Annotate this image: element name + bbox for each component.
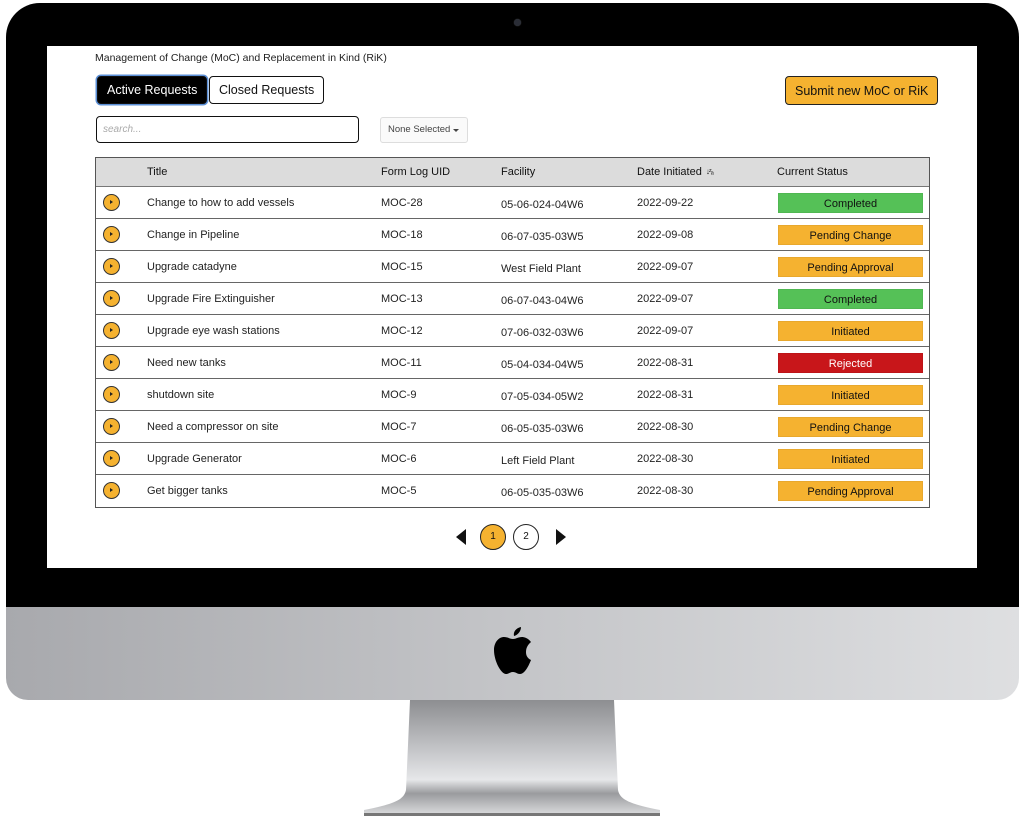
page-button-1[interactable]: 1 [480,524,506,550]
pagination: 1 2 [456,524,568,550]
column-header-date-label: Date Initiated [637,166,702,178]
search-input[interactable] [96,116,359,143]
cell-title: shutdown site [147,389,215,401]
tab-active-requests[interactable]: Active Requests [97,76,208,104]
column-header-facility[interactable]: Facility [501,166,535,178]
cell-facility: 06-07-035-03W5 [501,231,584,243]
cell-facility: 07-05-034-05W2 [501,391,584,403]
prev-page-icon[interactable] [456,529,466,545]
table-row[interactable]: Need a compressor on site MOC-7 06-05-03… [96,411,929,443]
cell-date: 2022-08-30 [637,485,694,497]
status-badge: Initiated [778,385,923,405]
cell-title: Upgrade Fire Extinguisher [147,293,275,305]
table-row[interactable]: Change in Pipeline MOC-18 06-07-035-03W5… [96,219,929,251]
cell-facility: 05-06-024-04W6 [501,199,584,211]
expand-row-icon[interactable] [103,354,120,371]
table-header: Title Form Log UID Facility Date Initiat… [96,158,929,187]
cell-uid: MOC-13 [381,293,423,305]
cell-date: 2022-08-31 [637,357,694,369]
status-badge: Completed [778,289,923,309]
table-body: Change to how to add vessels MOC-28 05-0… [96,187,929,507]
cell-date: 2022-08-30 [637,453,694,465]
status-badge: Pending Approval [778,481,923,501]
cell-uid: MOC-6 [381,453,417,465]
expand-row-icon[interactable] [103,386,120,403]
sort-z-a-icon[interactable]: ↓ᶻₐ [706,167,714,176]
cell-date: 2022-08-30 [637,421,694,433]
expand-row-icon[interactable] [103,450,120,467]
monitor-stand [364,700,660,816]
submit-new-moc-button[interactable]: Submit new MoC or RiK [785,76,939,105]
cell-title: Need a compressor on site [147,421,279,433]
apple-logo-icon [494,627,531,674]
cell-uid: MOC-28 [381,197,423,209]
app-screen: Management of Change (MoC) and Replaceme… [47,46,977,568]
cell-date: 2022-09-08 [637,229,694,241]
cell-uid: MOC-5 [381,485,417,497]
status-badge: Pending Change [778,417,923,437]
expand-row-icon[interactable] [103,194,120,211]
column-header-date[interactable]: Date Initiated ↓ᶻₐ [637,166,714,178]
tab-closed-requests[interactable]: Closed Requests [209,76,325,104]
table-row[interactable]: Upgrade catadyne MOC-15 West Field Plant… [96,251,929,283]
status-badge: Completed [778,193,923,213]
filter-dropdown[interactable]: None Selected [380,117,468,143]
status-badge: Rejected [778,353,923,373]
cell-date: 2022-08-31 [637,389,694,401]
filter-selected-value: None Selected [388,124,451,135]
camera-icon [514,19,521,26]
expand-row-icon[interactable] [103,418,120,435]
expand-row-icon[interactable] [103,226,120,243]
status-badge: Initiated [778,449,923,469]
cell-date: 2022-09-07 [637,261,694,273]
cell-uid: MOC-18 [381,229,423,241]
cell-uid: MOC-11 [381,357,422,369]
cell-facility: 06-07-043-04W6 [501,295,584,307]
page-title: Management of Change (MoC) and Replaceme… [95,52,387,64]
status-badge: Pending Change [778,225,923,245]
cell-facility: Left Field Plant [501,455,575,467]
requests-table: Title Form Log UID Facility Date Initiat… [95,157,930,508]
page-button-2[interactable]: 2 [513,524,539,550]
cell-date: 2022-09-07 [637,293,694,305]
expand-row-icon[interactable] [103,482,120,499]
column-header-status[interactable]: Current Status [777,166,848,178]
status-badge: Initiated [778,321,923,341]
column-header-uid[interactable]: Form Log UID [381,166,450,178]
table-row[interactable]: Change to how to add vessels MOC-28 05-0… [96,187,929,219]
status-badge: Pending Approval [778,257,923,277]
cell-facility: 06-05-035-03W6 [501,487,584,499]
cell-title: Get bigger tanks [147,485,228,497]
expand-row-icon[interactable] [103,258,120,275]
cell-uid: MOC-12 [381,325,423,337]
cell-title: Need new tanks [147,357,226,369]
cell-title: Change to how to add vessels [147,197,295,209]
table-row[interactable]: Get bigger tanks MOC-5 06-05-035-03W6 20… [96,475,929,507]
next-page-icon[interactable] [556,529,566,545]
cell-facility: 07-06-032-03W6 [501,327,584,339]
cell-facility: West Field Plant [501,263,581,275]
column-header-title[interactable]: Title [147,166,167,178]
cell-title: Change in Pipeline [147,229,240,241]
table-row[interactable]: shutdown site MOC-9 07-05-034-05W2 2022-… [96,379,929,411]
cell-facility: 05-04-034-04W5 [501,359,584,371]
cell-facility: 06-05-035-03W6 [501,423,584,435]
cell-uid: MOC-7 [381,421,417,433]
expand-row-icon[interactable] [103,322,120,339]
table-row[interactable]: Upgrade Generator MOC-6 Left Field Plant… [96,443,929,475]
table-row[interactable]: Upgrade eye wash stations MOC-12 07-06-0… [96,315,929,347]
cell-title: Upgrade catadyne [147,261,237,273]
cell-uid: MOC-15 [381,261,423,273]
cell-uid: MOC-9 [381,389,417,401]
expand-row-icon[interactable] [103,290,120,307]
chevron-down-icon [453,129,459,132]
cell-title: Upgrade Generator [147,453,242,465]
cell-date: 2022-09-22 [637,197,694,209]
table-row[interactable]: Upgrade Fire Extinguisher MOC-13 06-07-0… [96,283,929,315]
cell-date: 2022-09-07 [637,325,694,337]
table-row[interactable]: Need new tanks MOC-11 05-04-034-04W5 202… [96,347,929,379]
cell-title: Upgrade eye wash stations [147,325,280,337]
